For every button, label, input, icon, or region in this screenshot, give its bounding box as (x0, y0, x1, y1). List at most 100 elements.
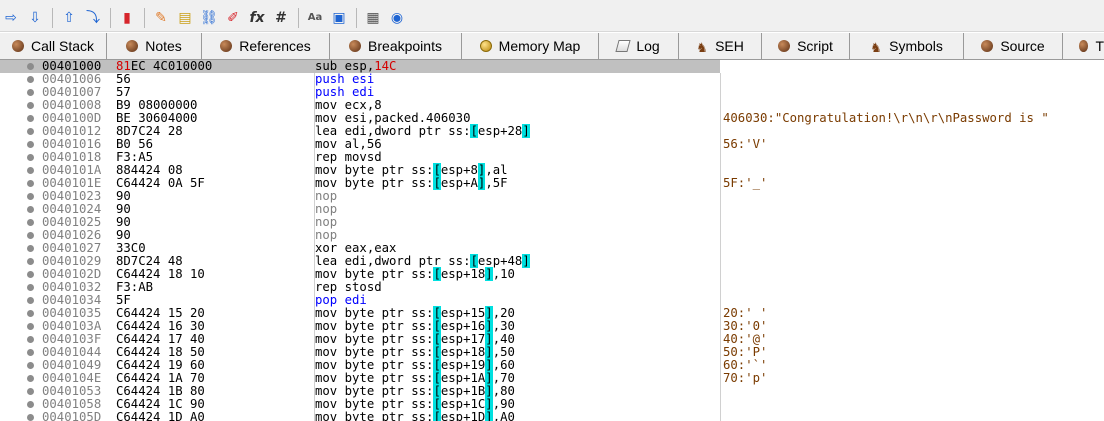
breakpoint-dot-icon[interactable] (27, 180, 34, 187)
breakpoint-dot-icon[interactable] (27, 141, 34, 148)
tab-references[interactable]: References (202, 33, 330, 59)
breakpoint-dot-icon[interactable] (27, 245, 34, 252)
tab-symbols[interactable]: ♞ Symbols (850, 33, 964, 59)
function-icon[interactable]: fx (247, 7, 267, 29)
instruction-token: 14C (374, 60, 397, 73)
breakpoint-dot-icon[interactable] (27, 414, 34, 421)
disasm-row[interactable]: 0040101E C64424 0A 5F mov byte ptr ss:[esp… (0, 176, 1104, 190)
globe-icon[interactable]: ◉ (387, 7, 407, 29)
breakpoint-dot-icon[interactable] (27, 401, 34, 408)
tab-source[interactable]: Source (964, 33, 1063, 59)
disasm-row[interactable]: 00401006 56 push esi (0, 73, 1104, 86)
instruction-token: esp+A (440, 176, 478, 190)
breakpoint-dot-icon[interactable] (27, 89, 34, 96)
threads-icon (1079, 40, 1089, 52)
breakpoint-dot-icon[interactable] (27, 63, 34, 70)
breakpoints-icon (349, 40, 362, 52)
breakpoint-dot-icon[interactable] (27, 115, 34, 122)
instruction-token: mov byte ptr ss: (315, 410, 434, 421)
step-over-icon[interactable]: ⤵ (83, 7, 103, 29)
disasm-row[interactable]: 00401012 8D7C24 28 lea edi,dword ptr ss:[e… (0, 124, 1104, 138)
breakpoint-dot-icon[interactable] (27, 349, 34, 356)
instruction-token: esp+1D (440, 410, 486, 421)
instruction-token: esp+15 (440, 306, 486, 320)
breakpoint-dot-icon[interactable] (27, 76, 34, 83)
instruction-token: mov byte ptr ss: (315, 306, 434, 320)
tab-label: T (1095, 38, 1104, 54)
breakpoint-dot-icon[interactable] (27, 128, 34, 135)
pencil-icon[interactable]: ✎ (151, 7, 171, 29)
instruction-token: esp+18 (440, 345, 486, 359)
tab-call-stack[interactable]: Call Stack (0, 33, 107, 59)
instruction-token: ,20 (492, 306, 515, 320)
breakpoint-dot-icon[interactable] (27, 193, 34, 200)
instruction-token: [ (470, 254, 478, 268)
disasm-row[interactable]: 00401026 90 nop (0, 229, 1104, 242)
breakpoint-dot-icon[interactable] (27, 154, 34, 161)
tab-label: References (239, 38, 311, 54)
disasm-row[interactable]: 00401016 B0 56 mov al,56 56:'V' (0, 138, 1104, 151)
breakpoint-dot-icon[interactable] (27, 310, 34, 317)
instruction-token: ,50 (492, 345, 515, 359)
tab-seh[interactable]: ♞ SEH (679, 33, 762, 59)
disasm-row[interactable]: 0040102D C64424 18 10 mov byte ptr ss:[esp… (0, 267, 1104, 281)
instruction-token: ] (485, 410, 493, 421)
hash-icon[interactable]: # (271, 7, 291, 29)
breakpoint-dot-icon[interactable] (27, 102, 34, 109)
instruction-token: ] (485, 319, 493, 333)
tab-script[interactable]: Script (762, 33, 850, 59)
tab-label: SEH (715, 38, 744, 54)
breakpoint-dot-icon[interactable] (27, 388, 34, 395)
source-icon (981, 40, 994, 52)
breakpoint-dot-icon[interactable] (27, 336, 34, 343)
red-pencil-icon[interactable]: ✐ (223, 7, 243, 29)
instruction-token: esp+19 (440, 358, 486, 372)
disasm-row[interactable]: 00401024 90 nop (0, 203, 1104, 216)
module-icon[interactable]: ▣ (329, 7, 349, 29)
disasm-row[interactable]: 00401032 F3:AB rep stosd (0, 281, 1104, 294)
breakpoint-dot-icon[interactable] (27, 375, 34, 382)
tab-memory-map[interactable]: Memory Map (462, 33, 599, 59)
instruction-token: esp+1B (440, 384, 486, 398)
instruction-token: lea edi,dword ptr ss: (315, 124, 471, 138)
calculator-icon[interactable]: ▦ (363, 7, 383, 29)
instruction-token: [ (433, 176, 441, 190)
step-into-down-arrow-icon[interactable]: ⇩ (25, 7, 45, 29)
comment-icon[interactable]: ▤ (175, 7, 195, 29)
tab-bar: Call Stack Notes References Breakpoints … (0, 33, 1104, 60)
disasm-row[interactable]: 00401025 90 nop (0, 216, 1104, 229)
breakpoint-dot-icon[interactable] (27, 297, 34, 304)
breakpoint-dot-icon[interactable] (27, 206, 34, 213)
instruction-token: ] (485, 332, 493, 346)
bytes-cell: C64424 1D A0 (116, 410, 205, 421)
breakpoint-dot-icon[interactable] (27, 284, 34, 291)
breakpoint-dot-icon[interactable] (27, 362, 34, 369)
instruction-token: push edi (315, 85, 375, 99)
breakpoint-dot-icon[interactable] (27, 271, 34, 278)
font-size-icon[interactable]: Aa (305, 7, 325, 29)
disassembly-view[interactable]: 00401000 81EC 4C010000 sub esp,14C 00401006… (0, 60, 1104, 421)
tab-threads[interactable]: T (1063, 33, 1104, 59)
breakpoint-dot-icon[interactable] (27, 232, 34, 239)
instruction-token: ] (485, 345, 493, 359)
run-arrow-icon[interactable]: ⇨ (1, 7, 21, 29)
breakpoint-dot-icon[interactable] (27, 219, 34, 226)
tab-notes[interactable]: Notes (107, 33, 202, 59)
toolbar: ⇨ ⇩ ⇧ ⤵ ▮ ✎ ▤ ⛓ ✐ fx # Aa ▣ ▦ ◉ (0, 5, 1104, 32)
log-icon (615, 40, 631, 52)
breakpoint-dot-icon[interactable] (27, 167, 34, 174)
step-up-arrow-icon[interactable]: ⇧ (59, 7, 79, 29)
tab-log[interactable]: Log (599, 33, 679, 59)
breakpoint-dot-icon[interactable] (27, 323, 34, 330)
breakpoint-dot-icon[interactable] (27, 258, 34, 265)
tab-breakpoints[interactable]: Breakpoints (330, 33, 462, 59)
tab-label: Script (797, 38, 833, 54)
trace-stop-icon[interactable]: ▮ (117, 7, 137, 29)
link-icon[interactable]: ⛓ (199, 7, 219, 29)
disasm-row[interactable]: 00401000 81EC 4C010000 sub esp,14C (0, 60, 1104, 73)
disasm-row[interactable]: 00401023 90 nop (0, 190, 1104, 203)
disasm-row[interactable]: 0040105D C64424 1D A0 mov byte ptr ss:[esp… (0, 410, 1104, 421)
instruction-token: esp+17 (440, 332, 486, 346)
comment-cell: 406030:"Congratulation!\r\n\r\nPassword … (723, 111, 1049, 125)
instruction-token: ] (485, 384, 493, 398)
